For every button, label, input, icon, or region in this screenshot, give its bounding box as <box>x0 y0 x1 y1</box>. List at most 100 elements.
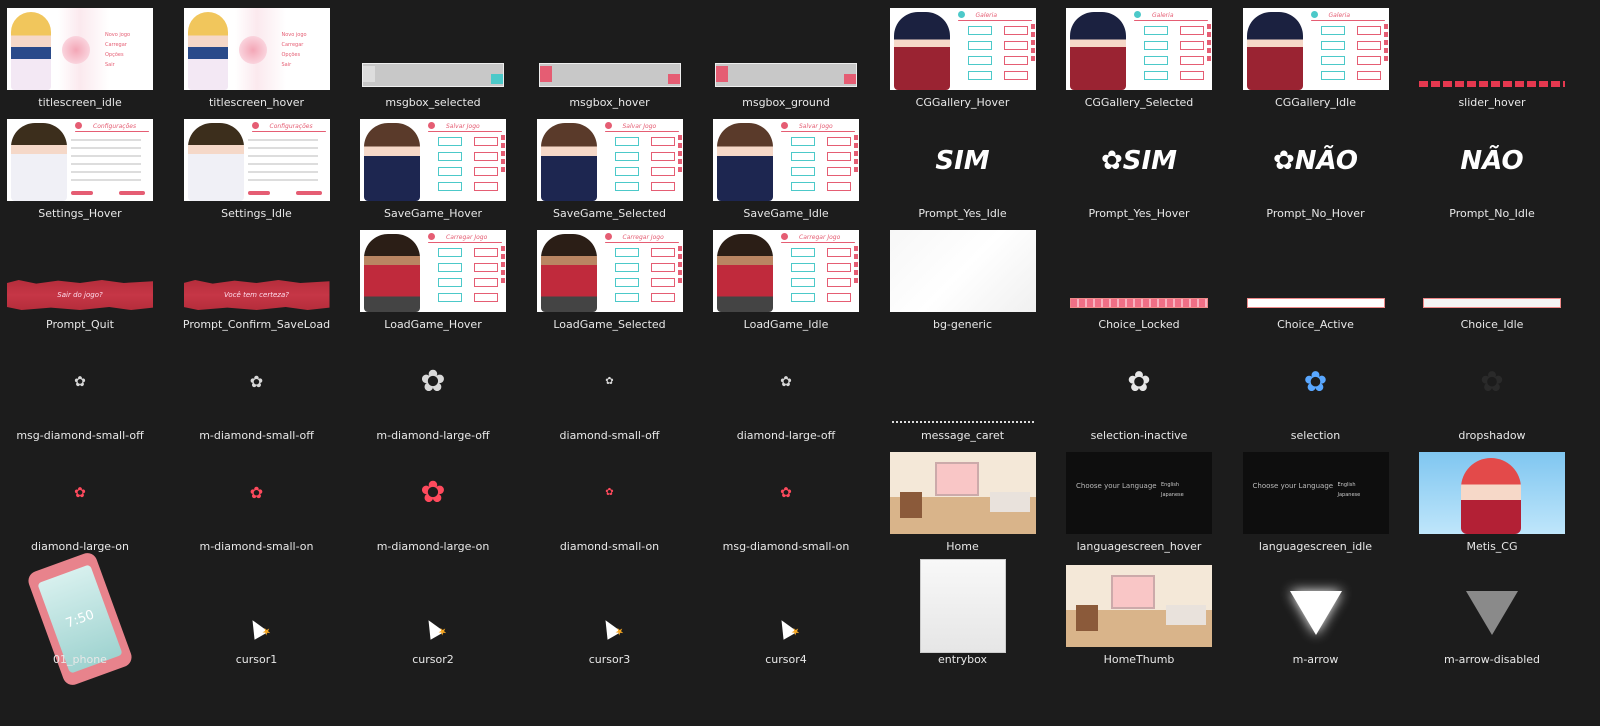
setting-row <box>247 147 318 149</box>
file-item[interactable]: Sair do jogo? Prompt_Quit <box>0 222 160 334</box>
file-item[interactable]: Choice_Active <box>1236 222 1396 334</box>
file-name: Prompt_No_Idle <box>1449 207 1535 220</box>
slot <box>474 248 498 257</box>
file-item[interactable]: slider_hover <box>1412 0 1572 112</box>
file-thumbnail <box>1419 230 1565 312</box>
file-item[interactable]: m-arrow <box>1236 557 1396 669</box>
flower-glyph: ✿ <box>249 483 264 502</box>
file-name: SaveGame_Selected <box>553 207 666 220</box>
character-art <box>187 12 228 90</box>
slot <box>614 167 639 176</box>
file-item[interactable]: msgbox_selected <box>353 0 513 112</box>
flower-glyph: ✿ <box>1480 365 1504 398</box>
file-item[interactable]: Configurações Settings_Hover <box>0 111 160 223</box>
slot <box>650 137 675 146</box>
file-item[interactable]: Choose your Language English Japanese langu… <box>1059 444 1219 556</box>
phone-image: 7:50 <box>25 550 135 688</box>
file-item[interactable]: Home <box>883 444 1043 556</box>
file-item[interactable]: ✿ selection <box>1236 333 1396 445</box>
side-buttons <box>501 246 505 286</box>
file-item[interactable]: ✿NÃO Prompt_No_Hover <box>1236 111 1396 223</box>
file-item[interactable]: 7:50 01_phone <box>0 550 160 688</box>
file-item[interactable]: Choice_Locked <box>1059 222 1219 334</box>
file-item[interactable]: Salvar Jogo SaveGame_Selected <box>530 111 690 223</box>
slot <box>614 137 639 146</box>
file-item[interactable]: Salvar Jogo SaveGame_Idle <box>706 111 866 223</box>
file-item[interactable]: ✿ selection-inactive <box>1059 333 1219 445</box>
file-item[interactable]: Galeria CGGallery_Hover <box>883 0 1043 112</box>
file-name: Prompt_No_Hover <box>1266 207 1365 220</box>
star-icon: ★ <box>436 625 450 640</box>
file-name: cursor1 <box>235 653 278 666</box>
file-item[interactable]: ✿ diamond-small-off <box>530 333 690 445</box>
file-item[interactable]: ✿ m-diamond-large-on <box>353 444 513 556</box>
screen-title: Carregar Jogo <box>799 234 841 241</box>
file-item[interactable]: SIM Prompt_Yes_Idle <box>883 111 1043 223</box>
file-item[interactable]: ✿ dropshadow <box>1412 333 1572 445</box>
choice-thumb <box>1070 298 1208 308</box>
file-thumbnail: Carregar Jogo <box>360 230 506 312</box>
file-name: Metis_CG <box>1466 540 1518 553</box>
file-item[interactable]: Carregar Jogo LoadGame_Idle <box>706 222 866 334</box>
file-item[interactable]: ✿ msg-diamond-small-off <box>0 333 160 445</box>
file-item[interactable]: ✿ m-diamond-large-off <box>353 333 513 445</box>
load-screen-thumb: Carregar Jogo <box>360 230 506 312</box>
file-item[interactable]: Choice_Idle <box>1412 222 1572 334</box>
slot <box>438 263 462 272</box>
file-item[interactable]: Carregar Jogo LoadGame_Hover <box>353 222 513 334</box>
file-item[interactable]: message_caret <box>883 333 1043 445</box>
character-art <box>540 234 597 312</box>
file-thumbnail: Galeria <box>1242 8 1389 90</box>
file-item[interactable]: ★ cursor2 <box>353 557 513 669</box>
slot <box>474 137 498 146</box>
file-item[interactable]: ✿ msg-diamond-small-on <box>706 444 866 556</box>
file-item[interactable]: Galeria CGGallery_Idle <box>1236 0 1396 112</box>
file-item[interactable]: Configurações Settings_Idle <box>177 111 337 223</box>
gallery-screen-thumb: Galeria <box>1066 8 1212 90</box>
file-name: m-diamond-small-on <box>199 540 314 553</box>
file-name: Choice_Locked <box>1098 318 1180 331</box>
name-tag <box>363 66 375 82</box>
slot <box>438 137 462 146</box>
settings-screen-thumb: Configurações <box>183 119 330 201</box>
file-item[interactable]: Metis_CG <box>1412 444 1572 556</box>
file-item[interactable]: Galeria CGGallery_Selected <box>1059 0 1219 112</box>
file-item[interactable]: Carregar Jogo LoadGame_Selected <box>530 222 690 334</box>
file-name: Prompt_Confirm_SaveLoad <box>182 318 331 331</box>
file-item[interactable]: HomeThumb <box>1059 557 1219 669</box>
file-thumbnail: Salvar Jogo <box>536 119 683 201</box>
file-item[interactable]: Você tem certeza? Prompt_Confirm_SaveLoad <box>177 222 337 334</box>
file-item[interactable]: m-arrow-disabled <box>1412 557 1572 669</box>
file-item[interactable]: ✿ diamond-small-on <box>530 444 690 556</box>
save-screen-thumb: Salvar Jogo <box>536 119 683 201</box>
file-item[interactable]: NÃO Prompt_No_Idle <box>1412 111 1572 223</box>
slot <box>791 248 815 257</box>
file-item[interactable]: bg-generic <box>883 222 1043 334</box>
file-item[interactable]: ✿SIM Prompt_Yes_Hover <box>1059 111 1219 223</box>
file-item[interactable]: Choose your Language English Japanese langu… <box>1236 444 1396 556</box>
file-item[interactable]: ★ cursor3 <box>530 557 690 669</box>
file-name: msgbox_hover <box>569 96 650 109</box>
file-item[interactable]: entrybox <box>883 557 1043 669</box>
file-item[interactable]: ✿ diamond-large-on <box>0 444 160 556</box>
cg-thumb <box>1419 452 1565 534</box>
arrow-icon <box>1466 591 1518 635</box>
file-item[interactable]: ★ cursor4 <box>706 557 866 669</box>
screen-title: Galeria <box>1152 12 1174 19</box>
file-thumbnail: ✿ <box>184 341 330 423</box>
slot <box>791 137 815 146</box>
file-item[interactable]: Novo jogo Carregar Opções Sair titlescreen_h… <box>177 0 337 112</box>
file-item[interactable]: msgbox_hover <box>530 0 690 112</box>
file-name: bg-generic <box>932 318 993 331</box>
file-item[interactable]: ✿ m-diamond-small-on <box>177 444 337 556</box>
slot <box>1003 56 1028 65</box>
file-item[interactable]: Salvar Jogo SaveGame_Hover <box>353 111 513 223</box>
file-item[interactable]: ★ cursor1 <box>177 557 337 669</box>
name-tag <box>539 66 552 82</box>
file-name: m-diamond-large-off <box>376 429 490 442</box>
file-item[interactable]: msgbox_ground <box>706 0 866 112</box>
file-name: cursor2 <box>412 653 454 666</box>
file-item[interactable]: Novo jogo Carregar Opções Sair titlescreen_i… <box>0 0 160 112</box>
file-item[interactable]: ✿ diamond-large-off <box>706 333 866 445</box>
file-item[interactable]: ✿ m-diamond-small-off <box>177 333 337 445</box>
